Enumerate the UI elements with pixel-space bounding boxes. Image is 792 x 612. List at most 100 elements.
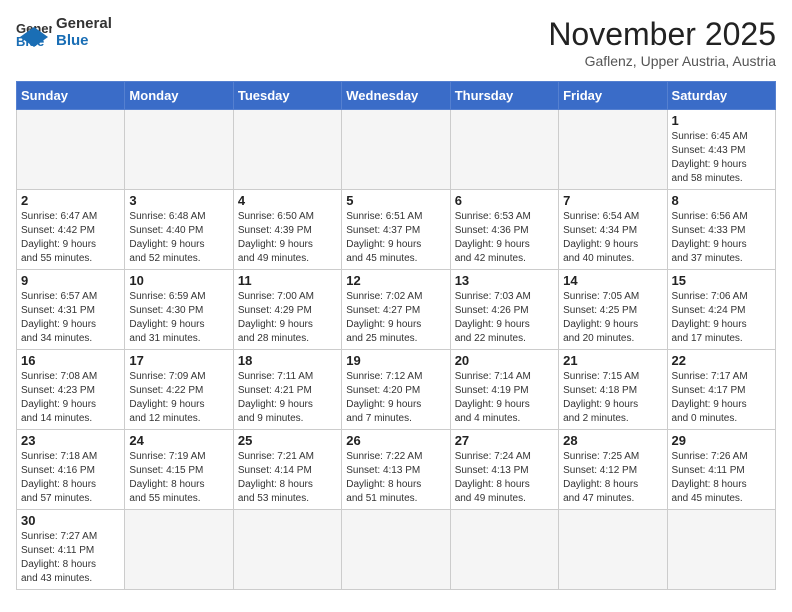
day-info: Sunrise: 7:18 AM Sunset: 4:16 PM Dayligh… <box>21 450 120 506</box>
calendar-cell: 23 Sunrise: 7:18 AM Sunset: 4:16 PM Dayli… <box>17 430 125 510</box>
day-info: Sunrise: 7:25 AM Sunset: 4:12 PM Dayligh… <box>563 450 662 506</box>
day-number: 23 <box>21 433 120 448</box>
calendar-cell: 3Sunrise: 6:48 AM Sunset: 4:40 PM Daylig… <box>125 190 233 270</box>
calendar-week-row: 1 Sunrise: 6:45 AM Sunset: 4:43 PM Daylig… <box>17 110 776 190</box>
title-block: November 2025 Gaflenz, Upper Austria, Au… <box>548 16 776 69</box>
calendar-cell <box>342 110 450 190</box>
month-title: November 2025 <box>548 16 776 53</box>
calendar-cell: 26Sunrise: 7:22 AM Sunset: 4:13 PM Dayli… <box>342 430 450 510</box>
weekday-header-thursday: Thursday <box>450 82 558 110</box>
day-info: Sunrise: 7:03 AM Sunset: 4:26 PM Dayligh… <box>455 290 554 346</box>
calendar-cell: 29Sunrise: 7:26 AM Sunset: 4:11 PM Dayli… <box>667 430 775 510</box>
day-info: Sunrise: 6:47 AM Sunset: 4:42 PM Dayligh… <box>21 210 120 266</box>
weekday-header-saturday: Saturday <box>667 82 775 110</box>
calendar-cell <box>667 510 775 590</box>
day-number: 26 <box>346 433 445 448</box>
day-info: Sunrise: 7:00 AM Sunset: 4:29 PM Dayligh… <box>238 290 337 346</box>
calendar-cell: 24Sunrise: 7:19 AM Sunset: 4:15 PM Dayli… <box>125 430 233 510</box>
calendar-cell: 14 Sunrise: 7:05 AM Sunset: 4:25 PM Dayli… <box>559 270 667 350</box>
calendar-cell: 8 Sunrise: 6:56 AM Sunset: 4:33 PM Daylig… <box>667 190 775 270</box>
day-info: Sunrise: 7:02 AM Sunset: 4:27 PM Dayligh… <box>346 290 445 346</box>
day-number: 22 <box>672 353 771 368</box>
calendar-cell <box>233 510 341 590</box>
day-info: Sunrise: 6:53 AM Sunset: 4:36 PM Dayligh… <box>455 210 554 266</box>
weekday-header-wednesday: Wednesday <box>342 82 450 110</box>
calendar-week-row: 16 Sunrise: 7:08 AM Sunset: 4:23 PM Dayli… <box>17 350 776 430</box>
calendar-week-row: 30Sunrise: 7:27 AM Sunset: 4:11 PM Dayli… <box>17 510 776 590</box>
day-number: 25 <box>238 433 337 448</box>
day-info: Sunrise: 7:06 AM Sunset: 4:24 PM Dayligh… <box>672 290 771 346</box>
weekday-header-row: SundayMondayTuesdayWednesdayThursdayFrid… <box>17 82 776 110</box>
day-number: 24 <box>129 433 228 448</box>
calendar-cell: 17 Sunrise: 7:09 AM Sunset: 4:22 PM Dayli… <box>125 350 233 430</box>
day-info: Sunrise: 7:15 AM Sunset: 4:18 PM Dayligh… <box>563 370 662 426</box>
day-number: 28 <box>563 433 662 448</box>
calendar-cell <box>559 510 667 590</box>
calendar-cell: 1 Sunrise: 6:45 AM Sunset: 4:43 PM Daylig… <box>667 110 775 190</box>
calendar-cell: 16 Sunrise: 7:08 AM Sunset: 4:23 PM Dayli… <box>17 350 125 430</box>
day-number: 14 <box>563 273 662 288</box>
day-number: 19 <box>346 353 445 368</box>
svg-text:Blue: Blue <box>16 34 44 47</box>
day-info: Sunrise: 6:51 AM Sunset: 4:37 PM Dayligh… <box>346 210 445 266</box>
day-info: Sunrise: 7:27 AM Sunset: 4:11 PM Dayligh… <box>21 530 120 586</box>
day-number: 11 <box>238 273 337 288</box>
weekday-header-sunday: Sunday <box>17 82 125 110</box>
day-number: 4 <box>238 193 337 208</box>
calendar-cell <box>342 510 450 590</box>
calendar-cell: 9 Sunrise: 6:57 AM Sunset: 4:31 PM Daylig… <box>17 270 125 350</box>
calendar-week-row: 9 Sunrise: 6:57 AM Sunset: 4:31 PM Daylig… <box>17 270 776 350</box>
day-number: 18 <box>238 353 337 368</box>
day-number: 7 <box>563 193 662 208</box>
day-info: Sunrise: 6:57 AM Sunset: 4:31 PM Dayligh… <box>21 290 120 346</box>
weekday-header-friday: Friday <box>559 82 667 110</box>
calendar-week-row: 2Sunrise: 6:47 AM Sunset: 4:42 PM Daylig… <box>17 190 776 270</box>
day-info: Sunrise: 7:21 AM Sunset: 4:14 PM Dayligh… <box>238 450 337 506</box>
day-number: 27 <box>455 433 554 448</box>
day-info: Sunrise: 6:59 AM Sunset: 4:30 PM Dayligh… <box>129 290 228 346</box>
day-info: Sunrise: 7:09 AM Sunset: 4:22 PM Dayligh… <box>129 370 228 426</box>
calendar-cell: 4 Sunrise: 6:50 AM Sunset: 4:39 PM Daylig… <box>233 190 341 270</box>
logo-blue-text: Blue <box>56 33 112 50</box>
day-number: 5 <box>346 193 445 208</box>
calendar-cell: 25 Sunrise: 7:21 AM Sunset: 4:14 PM Dayli… <box>233 430 341 510</box>
day-info: Sunrise: 7:24 AM Sunset: 4:13 PM Dayligh… <box>455 450 554 506</box>
calendar-cell: 12 Sunrise: 7:02 AM Sunset: 4:27 PM Dayli… <box>342 270 450 350</box>
day-number: 13 <box>455 273 554 288</box>
day-info: Sunrise: 7:14 AM Sunset: 4:19 PM Dayligh… <box>455 370 554 426</box>
calendar-cell: 20Sunrise: 7:14 AM Sunset: 4:19 PM Dayli… <box>450 350 558 430</box>
weekday-header-tuesday: Tuesday <box>233 82 341 110</box>
day-info: Sunrise: 6:45 AM Sunset: 4:43 PM Dayligh… <box>672 130 771 186</box>
day-number: 16 <box>21 353 120 368</box>
location-text: Gaflenz, Upper Austria, Austria <box>548 53 776 69</box>
calendar-cell: 27 Sunrise: 7:24 AM Sunset: 4:13 PM Dayli… <box>450 430 558 510</box>
calendar-table: SundayMondayTuesdayWednesdayThursdayFrid… <box>16 81 776 590</box>
day-info: Sunrise: 6:56 AM Sunset: 4:33 PM Dayligh… <box>672 210 771 266</box>
day-number: 8 <box>672 193 771 208</box>
calendar-cell: 15 Sunrise: 7:06 AM Sunset: 4:24 PM Dayli… <box>667 270 775 350</box>
day-number: 9 <box>21 273 120 288</box>
day-info: Sunrise: 7:12 AM Sunset: 4:20 PM Dayligh… <box>346 370 445 426</box>
calendar-week-row: 23 Sunrise: 7:18 AM Sunset: 4:16 PM Dayli… <box>17 430 776 510</box>
calendar-cell <box>233 110 341 190</box>
day-number: 21 <box>563 353 662 368</box>
day-number: 12 <box>346 273 445 288</box>
day-number: 1 <box>672 113 771 128</box>
day-number: 3 <box>129 193 228 208</box>
day-number: 17 <box>129 353 228 368</box>
logo: General Blue General Blue <box>16 16 112 49</box>
calendar-cell: 6Sunrise: 6:53 AM Sunset: 4:36 PM Daylig… <box>450 190 558 270</box>
calendar-cell <box>559 110 667 190</box>
logo-general-text: General <box>56 16 112 33</box>
calendar-cell: 22Sunrise: 7:17 AM Sunset: 4:17 PM Dayli… <box>667 350 775 430</box>
day-info: Sunrise: 6:50 AM Sunset: 4:39 PM Dayligh… <box>238 210 337 266</box>
day-number: 10 <box>129 273 228 288</box>
calendar-cell <box>125 510 233 590</box>
day-number: 15 <box>672 273 771 288</box>
day-info: Sunrise: 7:08 AM Sunset: 4:23 PM Dayligh… <box>21 370 120 426</box>
calendar-cell: 18 Sunrise: 7:11 AM Sunset: 4:21 PM Dayli… <box>233 350 341 430</box>
day-info: Sunrise: 7:05 AM Sunset: 4:25 PM Dayligh… <box>563 290 662 346</box>
calendar-cell: 2Sunrise: 6:47 AM Sunset: 4:42 PM Daylig… <box>17 190 125 270</box>
day-info: Sunrise: 7:11 AM Sunset: 4:21 PM Dayligh… <box>238 370 337 426</box>
calendar-cell <box>450 110 558 190</box>
